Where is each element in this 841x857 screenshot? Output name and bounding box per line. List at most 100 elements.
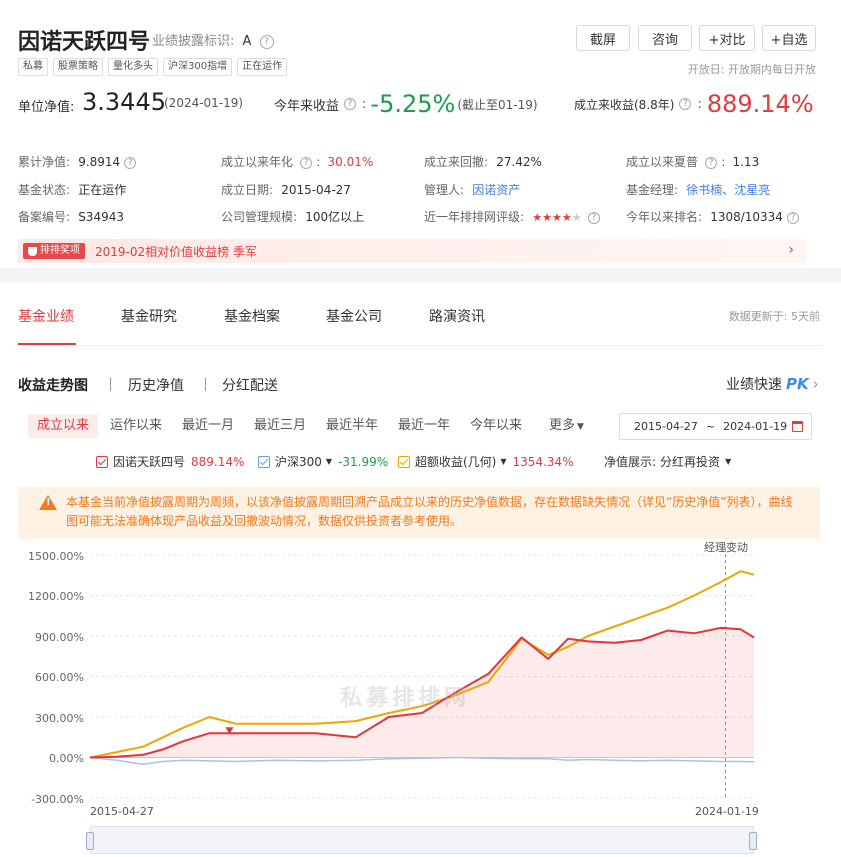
award-banner[interactable]: 排排奖项 2019-02相对价值收益榜 季军 ›	[18, 239, 806, 263]
compare-button[interactable]: +对比	[699, 25, 755, 51]
chart-watermark: 私募排排网	[340, 686, 471, 711]
stat-registration: 备案编号: S34943	[18, 210, 124, 224]
help-icon[interactable]: ?	[259, 34, 274, 49]
star-icon: ★	[551, 211, 562, 224]
manager-change-label: 经理变动	[704, 541, 748, 554]
caret-down-icon: ▼	[725, 457, 732, 466]
help-icon[interactable]: ?	[344, 98, 357, 110]
ytd-value: -5.25%	[370, 90, 456, 118]
caret-down-icon: ▼	[325, 457, 333, 466]
trophy-icon	[28, 246, 37, 256]
quick-pk-link[interactable]: 业绩快速 PK ›	[726, 374, 819, 394]
y-tick-label: 300.00%	[35, 712, 84, 725]
tab-company[interactable]: 基金公司	[326, 306, 382, 326]
since-return: 成立来收益(8.8年) ? : 889.14%	[574, 90, 814, 118]
nav-label: 单位净值:	[18, 100, 75, 115]
period-1y[interactable]: 最近一年	[398, 414, 450, 438]
stat-annualized: 成立以来年化 ? : 30.01%	[221, 155, 374, 169]
tab-performance[interactable]: 基金业绩	[18, 306, 74, 326]
manager-company-link[interactable]: 因诺资产	[472, 183, 520, 197]
nav-value: 3.3445	[82, 88, 166, 116]
stat-manager-company: 管理人: 因诺资产	[424, 183, 521, 197]
y-tick-label: 1200.00%	[28, 590, 84, 603]
ytd-note: (截止至01-19)	[457, 97, 538, 112]
period-ytd[interactable]: 今年以来	[470, 414, 522, 438]
legend-fund[interactable]: 因诺天跃四号 889.14%	[96, 453, 244, 470]
period-1m[interactable]: 最近一月	[182, 414, 234, 438]
disclosure-label: 业绩披露标识: A ?	[152, 30, 274, 49]
star-icon: ★	[532, 211, 543, 224]
tag-list: 私募 股票策略 量化多头 沪深300指增 正在运作	[18, 58, 292, 76]
stat-ranking: 今年以来排名: 1308/10334 ?	[626, 208, 800, 225]
legend-excess[interactable]: 超额收益(几何) ▼ 1354.34%	[398, 453, 574, 470]
stat-sharpe: 成立以来夏普 ? : 1.13	[626, 155, 760, 169]
period-since-inception[interactable]: 成立以来	[28, 414, 98, 438]
date-start: 2015-04-27	[634, 420, 698, 433]
help-icon[interactable]: ?	[679, 98, 692, 110]
chevron-right-icon: ›	[812, 375, 819, 393]
tab-roadshow[interactable]: 路演资讯	[429, 306, 485, 326]
stat-status: 基金状态: 正在运作	[18, 183, 127, 197]
notice-text: 本基金当前净值披露周期为周频，以该净值披露周期回溯产品成立以来的历史净值数据，存…	[66, 495, 793, 528]
period-3m[interactable]: 最近三月	[254, 414, 306, 438]
fund-name: 因诺天跃四号	[18, 30, 151, 55]
disclosure-value: A	[242, 34, 252, 49]
screenshot-button[interactable]: 截屏	[576, 25, 630, 51]
since-value: 889.14%	[706, 90, 814, 118]
award-badge: 排排奖项	[23, 243, 85, 259]
caret-down-icon: ▼	[500, 457, 507, 466]
award-text: 2019-02相对价值收益榜 季军	[95, 244, 257, 259]
tab-divider	[18, 345, 823, 346]
date-end: 2024-01-19	[723, 420, 788, 433]
nav-display-select[interactable]: 净值展示: 分红再投资 ▼	[604, 453, 731, 470]
period-6m[interactable]: 最近半年	[326, 414, 378, 438]
tag: 量化多头	[108, 58, 158, 76]
subtab-return-chart[interactable]: 收益走势图	[18, 375, 88, 395]
pk-badge: PK	[786, 375, 809, 393]
watchlist-button[interactable]: +自选	[762, 25, 816, 51]
range-handle-left[interactable]	[86, 832, 94, 850]
stat-rating: 近一年排排网评级: ★★★★★ ?	[424, 208, 601, 225]
help-icon[interactable]: ?	[787, 211, 800, 224]
help-icon[interactable]: ?	[705, 156, 718, 169]
open-day: 开放日: 开放期内每日开放	[687, 63, 816, 76]
tab-research[interactable]: 基金研究	[121, 306, 177, 326]
help-icon[interactable]: ?	[124, 156, 137, 169]
update-note: 数据更新于: 5天前	[728, 310, 820, 323]
consult-button[interactable]: 咨询	[638, 25, 692, 51]
x-tick-label: 2024-01-19	[695, 805, 759, 818]
tab-archive[interactable]: 基金档案	[224, 306, 280, 326]
range-handle-right[interactable]	[749, 832, 757, 850]
legend-hs300[interactable]: 沪深300 ▼ -31.99%	[258, 453, 388, 470]
stat-inception: 成立日期: 2015-04-27	[221, 183, 351, 197]
date-range-picker[interactable]: 2015-04-27 ~ 2024-01-19	[619, 413, 812, 440]
return-chart[interactable]	[90, 548, 760, 808]
checkbox-icon	[96, 455, 108, 468]
stat-scale: 公司管理规模: 100亿以上	[221, 210, 365, 224]
y-tick-label: 900.00%	[35, 631, 84, 644]
period-since-operation[interactable]: 运作以来	[110, 414, 162, 438]
fund-manager-link[interactable]: 徐书楠、沈星亮	[686, 183, 770, 197]
y-tick-label: 600.00%	[35, 671, 84, 684]
subtab-dividends[interactable]: 分红配送	[222, 375, 278, 395]
star-icon: ★	[571, 211, 582, 224]
star-icon: ★	[561, 211, 572, 224]
subtab-history-nav[interactable]: 历史净值	[128, 375, 184, 395]
tag: 沪深300指增	[163, 58, 233, 76]
divider	[205, 378, 206, 391]
help-icon[interactable]: ?	[300, 156, 313, 169]
help-icon[interactable]: ?	[588, 211, 601, 224]
y-tick-label: 0.00%	[49, 752, 84, 765]
caret-down-icon: ▼	[577, 422, 584, 432]
tag: 私募	[18, 58, 48, 76]
y-tick-label: 1500.00%	[28, 550, 84, 563]
chevron-right-icon: ›	[788, 242, 794, 258]
ytd-return: 今年来收益 ? : -5.25% (截止至01-19)	[274, 90, 538, 118]
x-tick-label: 2015-04-27	[90, 805, 154, 818]
series-line	[90, 756, 755, 766]
stat-cumulative-nav: 累计净值: 9.8914 ?	[18, 153, 137, 170]
period-more-dropdown[interactable]: 更多 ▼	[549, 414, 584, 438]
checkbox-icon	[398, 455, 410, 468]
range-navigator[interactable]	[90, 826, 754, 854]
data-notice: ! 本基金当前净值披露周期为周频，以该净值披露周期回溯产品成立以来的历史净值数据…	[18, 487, 820, 539]
